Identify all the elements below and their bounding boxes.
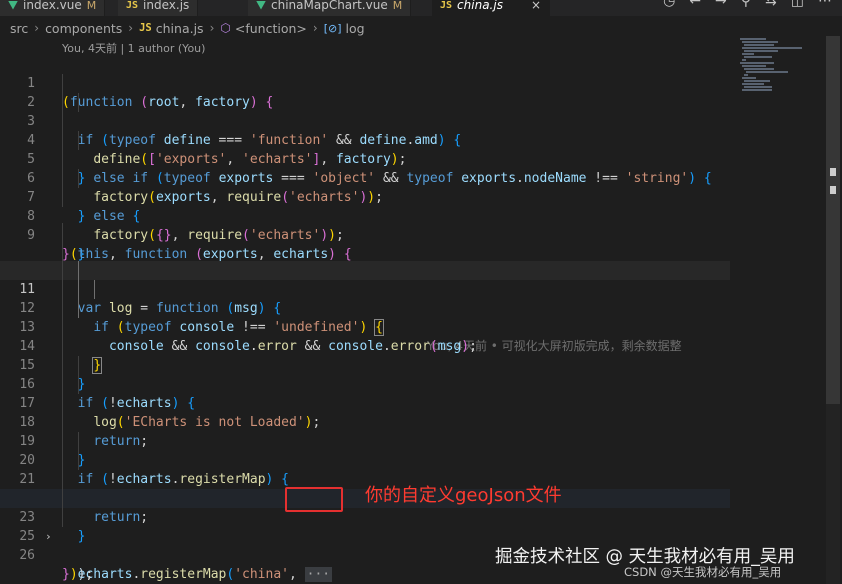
vue-file-icon <box>256 0 266 10</box>
js-file-icon: JS <box>440 0 453 11</box>
js-file-icon: JS <box>126 0 139 11</box>
annotation-label: 你的自定义geoJson文件 <box>365 485 562 506</box>
scrollbar-thumb[interactable] <box>826 36 840 404</box>
breadcrumb-item-file[interactable]: china.js <box>156 21 204 36</box>
js-file-icon: JS <box>139 22 152 34</box>
code-line: 15 if (!echarts) { <box>0 337 730 411</box>
code-line: 7 factory({}, require('echarts')); <box>0 169 730 243</box>
modified-badge: M <box>392 0 403 12</box>
source-control-icon[interactable]: ⚲ <box>741 0 751 9</box>
code-line: 19 if (!echarts.registerMap) { <box>0 413 730 487</box>
code-line: 17 return; <box>0 375 730 449</box>
vue-file-icon <box>8 0 18 10</box>
breadcrumb: src › components › JS china.js › ⬡ <func… <box>10 19 365 37</box>
code-line: 14 } <box>0 318 730 392</box>
watermark-csdn: CSDN @天生我材必有用_吴用 <box>624 565 782 579</box>
tab-label: china.js <box>457 0 503 12</box>
timeline-icon[interactable]: ◷ <box>663 0 675 9</box>
chevron-right-icon: › <box>128 21 134 35</box>
tab-label: index.vue <box>23 0 82 12</box>
modified-badge: M <box>86 0 97 12</box>
line-number: 26 <box>19 548 35 563</box>
go-back-icon[interactable]: ← <box>689 0 701 9</box>
code-line: 10 var log = function (msg) { <box>0 242 730 316</box>
line-text: })); <box>62 567 94 582</box>
chevron-right-icon: › <box>34 21 40 35</box>
code-line: 21 return; <box>0 451 730 525</box>
go-forward-icon[interactable]: → <box>715 0 727 9</box>
code-line-current: 11 if (typeof console !== 'undefined') {… <box>0 261 730 353</box>
code-line: 5 factory(exports, require('echarts')); <box>0 131 730 205</box>
code-line: 20 log('ECharts Map is not loaded'); <box>0 432 730 506</box>
tab-index-vue[interactable]: index.vue M <box>0 0 106 16</box>
close-tab-icon[interactable]: × <box>531 0 541 12</box>
code-line: 12 console && console.error && console.e… <box>0 280 730 354</box>
variable-symbol-icon: [⊘] <box>323 21 342 35</box>
code-line: 25 ); <box>0 508 730 582</box>
editor-actions: ◷ ← → ⚲ ⇆ ◫ ⋯ <box>663 0 832 9</box>
code-line: 3 define(['exports', 'echarts'], factory… <box>0 93 730 167</box>
code-line: 4 } else if (typeof exports === 'object'… <box>0 112 730 186</box>
tab-label: chinaMapChart.vue <box>271 0 388 12</box>
code-line: 13 } <box>0 299 730 374</box>
breadcrumb-item-log[interactable]: log <box>346 21 365 36</box>
compare-changes-icon[interactable]: ⇆ <box>765 0 777 9</box>
breadcrumb-item-function[interactable]: <function> <box>235 21 307 36</box>
code-line: 6 } else { <box>0 150 730 224</box>
split-editor-icon[interactable]: ◫ <box>791 0 804 9</box>
annotation-highlight-box <box>285 487 343 512</box>
git-blame-codelens[interactable]: You, 4天前 | 1 author (You) <box>62 40 205 56</box>
code-line: 18 } <box>0 394 730 468</box>
code-line: 16 log('ECharts is not Loaded'); <box>0 356 730 430</box>
breadcrumb-item-components[interactable]: components <box>45 21 122 36</box>
chevron-right-icon: › <box>312 21 318 35</box>
chevron-right-icon: › <box>209 21 215 35</box>
breadcrumb-item-src[interactable]: src <box>10 21 28 36</box>
more-actions-icon[interactable]: ⋯ <box>818 0 832 9</box>
tab-label: index.js <box>143 0 190 12</box>
code-line: 1 (function (root, factory) { <box>0 55 730 110</box>
tab-china-js[interactable]: JS china.js × <box>432 0 550 16</box>
code-line: 2 if (typeof define === 'function' && de… <box>0 74 730 148</box>
inlay-hint-row: ⚙ ⌄ <box>0 223 730 277</box>
folded-region-ellipsis[interactable]: ··· <box>304 567 333 582</box>
line-text: echarts.registerMap('china', ··· <box>77 567 333 582</box>
scrollbar-marker <box>830 168 836 176</box>
tab-bar: index.vue M JS index.js chinaMapChart.vu… <box>0 0 842 16</box>
code-line: 8 } <box>0 188 730 262</box>
tab-chinamapchart-vue[interactable]: chinaMapChart.vue M <box>248 0 412 16</box>
tab-index-js[interactable]: JS index.js <box>118 0 199 16</box>
scrollbar-marker <box>830 186 836 194</box>
minimap[interactable] <box>738 36 818 96</box>
function-symbol-icon: ⬡ <box>220 21 231 35</box>
